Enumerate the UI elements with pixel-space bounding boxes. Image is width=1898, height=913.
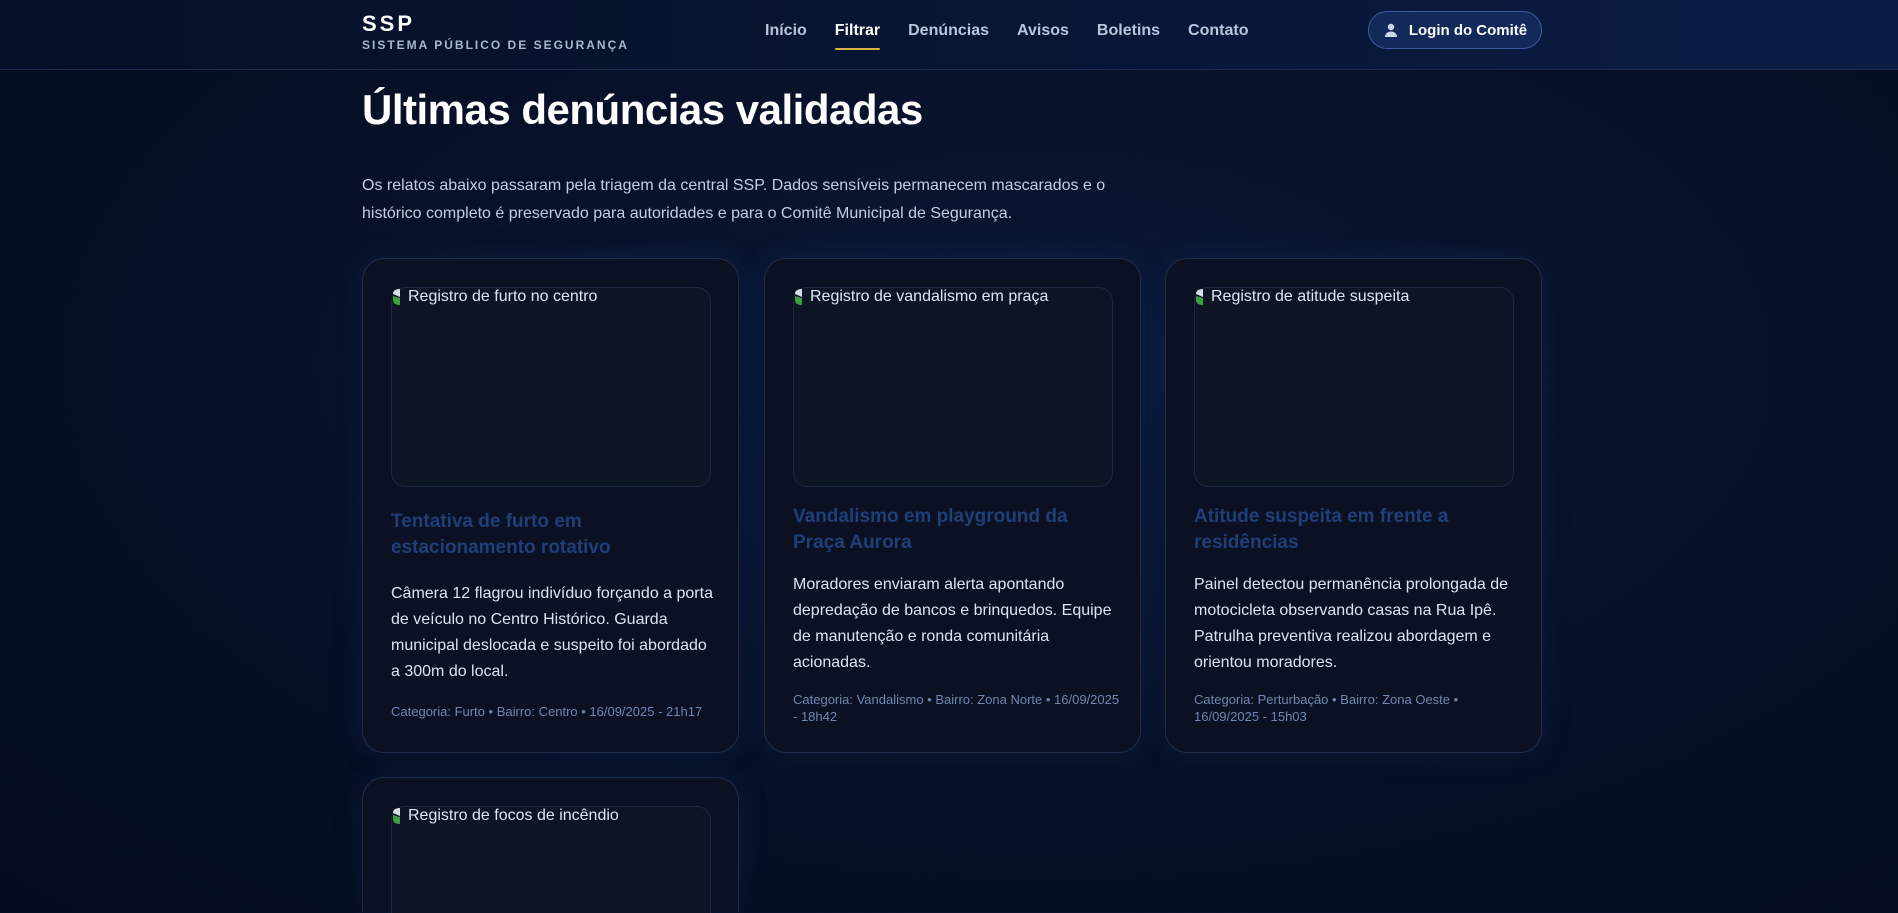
brand-subtitle: SISTEMA PÚBLICO DE SEGURANÇA: [362, 38, 629, 52]
report-card[interactable]: Registro de focos de incêndio: [362, 777, 739, 913]
report-meta: Categoria: Vandalismo • Bairro: Zona Nor…: [793, 692, 1120, 724]
top-navbar: SSP SISTEMA PÚBLICO DE SEGURANÇA Início …: [0, 0, 1898, 70]
page-intro: Os relatos abaixo passaram pela triagem …: [362, 177, 1106, 222]
report-image: Registro de vandalismo em praça: [793, 287, 1113, 487]
brand-logo[interactable]: SSP SISTEMA PÚBLICO DE SEGURANÇA: [362, 11, 629, 53]
report-description: Painel detectou permanência prolongada d…: [1194, 576, 1509, 671]
login-button-label: Login do Comitê: [1408, 21, 1528, 39]
report-card[interactable]: Registro de furto no centro Tentativa de…: [362, 258, 739, 753]
nav-item-filtrar[interactable]: Filtrar: [834, 22, 881, 50]
report-title[interactable]: Atitude suspeita em frente a residências: [1194, 504, 1514, 556]
report-image: Registro de focos de incêndio: [391, 806, 711, 913]
image-alt-text: Registro de focos de incêndio: [408, 807, 619, 824]
report-description: Câmera 12 flagrou indivíduo forçando a p…: [391, 585, 713, 680]
broken-image-icon: [393, 289, 400, 305]
page-title: Últimas denúncias validadas: [362, 86, 923, 133]
image-alt-text: Registro de furto no centro: [408, 288, 598, 305]
broken-image-icon: [393, 808, 400, 824]
report-meta: Categoria: Furto • Bairro: Centro • 16/0…: [391, 704, 703, 719]
report-image: Registro de furto no centro: [391, 287, 711, 487]
user-icon: [1384, 23, 1397, 37]
main-nav: Início Filtrar Denúncias Avisos Boletins…: [765, 22, 1276, 50]
broken-image-icon: [1196, 289, 1203, 305]
nav-item-denuncias[interactable]: Denúncias: [908, 22, 989, 50]
brand-title: SSP: [362, 11, 416, 36]
report-image: Registro de atitude suspeita: [1194, 287, 1514, 487]
nav-item-avisos[interactable]: Avisos: [1017, 22, 1069, 50]
report-title[interactable]: Tentativa de furto em estacionamento rot…: [391, 509, 711, 561]
image-alt-text: Registro de vandalismo em praça: [810, 288, 1049, 305]
nav-item-contato[interactable]: Contato: [1188, 22, 1248, 50]
report-meta: Categoria: Perturbação • Bairro: Zona Oe…: [1194, 692, 1459, 724]
image-alt-text: Registro de atitude suspeita: [1211, 288, 1410, 305]
nav-item-inicio[interactable]: Início: [765, 22, 807, 50]
report-card[interactable]: Registro de atitude suspeita Atitude sus…: [1165, 258, 1542, 753]
login-button[interactable]: Login do Comitê: [1368, 11, 1542, 49]
report-card[interactable]: Registro de vandalismo em praça Vandalis…: [764, 258, 1141, 753]
broken-image-icon: [795, 289, 802, 305]
nav-item-boletins[interactable]: Boletins: [1097, 22, 1160, 50]
report-description: Moradores enviaram alerta apontando depr…: [793, 576, 1112, 671]
report-title[interactable]: Vandalismo em playground da Praça Aurora: [793, 504, 1113, 556]
